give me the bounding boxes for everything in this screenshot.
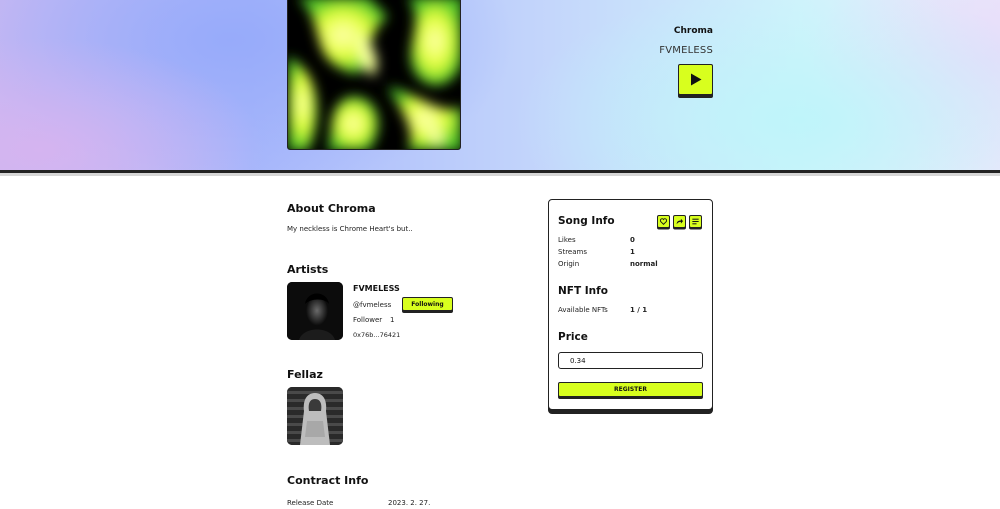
song-artist[interactable]: FVMELESS <box>659 45 713 56</box>
share-button[interactable] <box>673 215 686 228</box>
share-icon <box>676 218 683 225</box>
song-info-card: Song Info Likes 0 Streams 1 Origin norma… <box>548 199 713 410</box>
available-nfts-label: Available NFTs <box>558 306 608 314</box>
streams-label: Streams <box>558 248 587 256</box>
like-button[interactable] <box>657 215 670 228</box>
fellaz-title: Fellaz <box>287 368 323 381</box>
follower-label: Follower <box>353 316 383 324</box>
available-nfts-value: 1 / 1 <box>630 306 648 314</box>
heart-icon <box>660 218 667 225</box>
register-button[interactable]: REGISTER <box>558 382 703 397</box>
follower-count: 1 <box>390 316 395 324</box>
list-icon <box>692 218 699 225</box>
hero-divider-shadow <box>0 173 1000 176</box>
about-title: About Chroma <box>287 202 376 215</box>
price-input[interactable]: 0.34 <box>558 352 703 369</box>
artist-avatar[interactable] <box>287 282 343 340</box>
song-title: Chroma <box>673 26 713 36</box>
song-info-title: Song Info <box>558 215 615 227</box>
playlist-button[interactable] <box>689 215 702 228</box>
likes-label: Likes <box>558 236 576 244</box>
origin-label: Origin <box>558 260 580 268</box>
fellaz-avatar[interactable] <box>287 387 343 445</box>
release-date-label: Release Date <box>287 499 334 507</box>
play-icon <box>690 73 701 86</box>
artists-title: Artists <box>287 263 329 276</box>
contract-title: Contract Info <box>287 474 369 487</box>
likes-value: 0 <box>630 236 635 244</box>
wallet-address: 0x76b...76421 <box>353 331 401 339</box>
hero-banner <box>0 0 1000 172</box>
price-title: Price <box>558 331 588 343</box>
play-button[interactable] <box>678 64 713 95</box>
origin-value: normal <box>630 260 658 268</box>
artist-name[interactable]: FVMELESS <box>353 284 400 293</box>
about-description: My neckless is Chrome Heart's but.. <box>287 225 413 233</box>
nft-info-title: NFT Info <box>558 285 608 297</box>
release-date-value: 2023. 2. 27. <box>388 499 431 507</box>
album-cover[interactable] <box>287 0 461 150</box>
following-button[interactable]: Following <box>402 297 453 311</box>
streams-value: 1 <box>630 248 635 256</box>
artist-handle: @fvmeless <box>353 301 392 309</box>
